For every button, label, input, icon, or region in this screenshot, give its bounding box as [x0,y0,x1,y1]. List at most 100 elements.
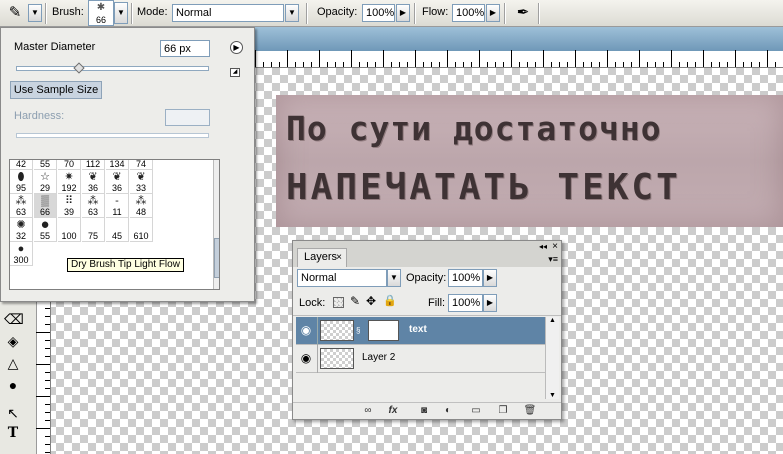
ruler-tick [543,50,544,67]
path-selection-tool-icon[interactable]: ↖ [4,404,22,422]
panel-menu-arrow-icon[interactable]: ▶ [230,41,243,54]
brush-preset[interactable]: ☆ 29 [34,170,57,194]
adjustment-layer-icon[interactable]: ◐ [441,405,455,417]
blank-brush-icon [58,218,80,232]
lock-all-icon[interactable]: 🔒 [383,294,397,307]
brush-preset[interactable]: ✺ 32 [10,218,33,242]
use-sample-size-button[interactable]: Use Sample Size [10,81,102,99]
layer-row-layer-2[interactable]: ◉ Layer 2 [296,345,546,373]
layer-opacity-slider-button[interactable]: ▶ [483,269,497,287]
brush-preset[interactable]: 42 [10,160,33,170]
flow-label: Flow: [422,6,449,18]
paint-bucket-tool-icon[interactable]: ◈ [4,332,22,350]
scrollbar-thumb[interactable] [214,238,219,278]
tab-layers[interactable]: Layers × [297,248,347,267]
brush-preset[interactable]: ⠿ 39 [58,194,81,218]
brush-preset[interactable]: ⁂ 63 [10,194,33,218]
blend-mode-select[interactable]: Normal [297,269,387,287]
new-group-icon[interactable]: ▭ [469,405,483,417]
new-preset-icon[interactable]: ◢ [230,68,240,77]
minimize-icon[interactable]: ◂◂ [539,242,547,251]
brush-preset[interactable]: 45 [106,218,129,242]
link-layers-icon[interactable]: ∞ [361,405,375,417]
fill-input[interactable]: 100% [448,294,483,312]
flow-input[interactable]: 100% [452,4,485,22]
hardness-input[interactable] [165,109,210,126]
master-diameter-input[interactable]: 66 px [160,40,210,57]
brush-tool-icon[interactable]: ✎ [4,0,26,27]
brush-size-label: 32 [15,231,26,241]
brush-picker-dropdown[interactable]: ▼ [114,2,128,24]
layer-mask-thumbnail[interactable] [368,320,399,341]
layer-row-text[interactable]: ◉ § text [296,317,546,345]
brush-preset[interactable]: ❦ 36 [82,170,105,194]
brush-preset[interactable]: 70 [58,160,81,170]
lock-transparent-icon[interactable] [333,297,344,308]
master-diameter-slider[interactable] [16,66,209,71]
blend-mode-dropdown-arrow[interactable]: ▼ [387,269,401,287]
ruler-tick [343,62,344,67]
brush-preset[interactable]: ▒ 66 [34,194,57,218]
ruler-tick [399,62,400,67]
close-panel-icon[interactable]: × [552,241,558,252]
lock-image-icon[interactable]: ✎ [350,294,360,308]
chain-link-icon[interactable]: § [356,326,360,335]
brush-preset[interactable]: 610 [130,218,153,242]
brush-preset[interactable]: 100 [58,218,81,242]
scroll-down-icon[interactable]: ▼ [546,392,559,399]
brush-preset[interactable]: 75 [82,218,105,242]
layers-scrollbar[interactable]: ▲ ▼ [545,317,559,399]
eraser-tool-icon[interactable]: ⌫ [4,310,24,328]
document-title-bar[interactable] [254,27,783,51]
brush-preview[interactable]: ✱ 66 [88,0,114,26]
brush-preset[interactable]: ❦ 33 [130,170,153,194]
ruler-tick [255,50,256,67]
close-tab-icon[interactable]: × [336,249,342,266]
mode-dropdown-arrow[interactable]: ▼ [285,4,299,22]
brush-size-label: 63 [15,207,26,217]
brush-preset[interactable]: -11 [106,194,129,218]
brush-preset[interactable]: ⁂ 63 [82,194,105,218]
brush-preset[interactable]: ❦ 36 [106,170,129,194]
eye-icon[interactable]: ◉ [298,351,314,365]
brush-grid-scrollbar[interactable] [213,160,219,289]
eye-icon[interactable]: ◉ [298,323,314,337]
blank-brush-icon [130,218,152,232]
brush-preset[interactable]: ✷ 192 [58,170,81,194]
hardness-slider[interactable] [16,133,209,138]
brush-preset[interactable]: ⬮ 95 [10,170,33,194]
layer-style-icon[interactable]: fx [386,405,400,417]
brush-preset[interactable]: 134 [106,160,129,170]
add-mask-icon[interactable]: ◙ [417,405,431,417]
brush-preset[interactable]: 74 [130,160,153,170]
opacity-slider-button[interactable]: ▶ [396,4,410,22]
type-tool-icon[interactable]: T [4,424,22,442]
fill-slider-button[interactable]: ▶ [483,294,497,312]
brush-preset[interactable]: ● 55 [34,217,57,242]
airbrush-icon[interactable]: ✒ [512,0,534,27]
lock-position-icon[interactable]: ✥ [366,294,376,308]
new-layer-icon[interactable]: ❐ [496,405,510,417]
opacity-input[interactable]: 100% [362,4,395,22]
layer-name[interactable]: Layer 2 [362,352,395,363]
ruler-tick [45,436,50,437]
layer-name[interactable]: text [409,324,427,335]
ruler-tick [551,62,552,67]
brush-preset[interactable]: 55 [34,160,57,170]
master-diameter-slider-thumb[interactable] [73,62,85,74]
scroll-up-icon[interactable]: ▲ [546,317,559,324]
ruler-tick [695,62,696,67]
flow-slider-button[interactable]: ▶ [486,4,500,22]
canvas-text-line-2: НАПЕЧАТАТЬ ТЕКСТ [286,167,681,208]
tool-preset-dropdown[interactable]: ▼ [28,4,42,22]
mode-select[interactable]: Normal [172,4,284,22]
dodge-tool-icon[interactable]: ● [4,376,22,394]
brush-preset[interactable]: ● 300 [10,242,33,266]
brush-preset[interactable]: 112 [82,160,105,170]
ruler-tick [471,62,472,67]
trash-icon[interactable]: 🗑 [523,405,537,417]
blur-tool-icon[interactable]: △ [4,354,22,372]
panel-menu-icon[interactable]: ▾≡ [548,254,558,265]
layer-opacity-input[interactable]: 100% [448,269,483,287]
brush-preset[interactable]: ⁂ 48 [130,194,153,218]
